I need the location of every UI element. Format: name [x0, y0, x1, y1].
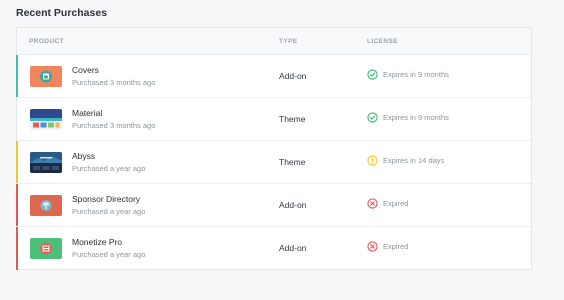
purchase-date: Purchased 3 months ago — [72, 121, 156, 130]
product-name[interactable]: Abyss — [72, 151, 95, 161]
product-type: Theme — [279, 157, 306, 167]
column-header-type: TYPE — [279, 38, 298, 45]
x-circle-icon — [367, 198, 378, 209]
product-thumbnail — [30, 238, 62, 259]
product-name[interactable]: Material — [72, 108, 102, 118]
license-text: Expires in 14 days — [383, 156, 445, 165]
license-text: Expired — [383, 242, 409, 251]
product-thumbnail — [30, 109, 62, 130]
check-circle-icon — [367, 112, 378, 123]
license-status: Expired — [367, 198, 408, 209]
check-circle-icon — [367, 69, 378, 80]
license-text: Expires in 9 months — [383, 113, 449, 122]
table-row[interactable]: Monetize Pro Purchased a year ago Add-on… — [16, 227, 531, 270]
product-type: Theme — [279, 114, 306, 124]
purchase-date: Purchased a year ago — [72, 207, 146, 216]
row-accent — [16, 141, 18, 183]
product-thumbnail — [30, 66, 62, 87]
product-type: Add-on — [279, 243, 307, 253]
purchases-table: PRODUCT TYPE LICENSE Covers Purchased 3 … — [16, 27, 532, 270]
license-status: Expires in 9 months — [367, 112, 449, 123]
product-type: Add-on — [279, 200, 307, 210]
purchase-date: Purchased a year ago — [72, 250, 146, 259]
row-accent — [16, 55, 18, 97]
table-row[interactable]: Covers Purchased 3 months ago Add-on Exp… — [16, 55, 531, 98]
license-text: Expired — [383, 199, 409, 208]
warning-circle-icon — [367, 155, 378, 166]
product-thumbnail — [30, 152, 62, 173]
product-type: Add-on — [279, 71, 307, 81]
purchase-date: Purchased 3 months ago — [72, 78, 156, 87]
license-status: Expires in 9 months — [367, 69, 449, 80]
product-thumbnail — [30, 195, 62, 216]
table-row[interactable]: Abyss Purchased a year ago Theme Expires… — [16, 141, 531, 184]
product-name[interactable]: Monetize Pro — [72, 237, 122, 247]
table-row[interactable]: Sponsor Directory Purchased a year ago A… — [16, 184, 531, 227]
license-status: Expires in 14 days — [367, 155, 444, 166]
section-title: Recent Purchases — [16, 7, 108, 19]
table-header: PRODUCT TYPE LICENSE — [17, 28, 531, 55]
license-status: Expired — [367, 241, 408, 252]
column-header-license: LICENSE — [367, 38, 398, 45]
column-header-product: PRODUCT — [29, 38, 64, 45]
row-accent — [16, 227, 18, 270]
row-accent — [16, 184, 18, 226]
product-name[interactable]: Sponsor Directory — [72, 194, 140, 204]
purchase-date: Purchased a year ago — [72, 164, 146, 173]
license-text: Expires in 9 months — [383, 70, 449, 79]
x-circle-icon — [367, 241, 378, 252]
product-name[interactable]: Covers — [72, 65, 99, 75]
table-row[interactable]: Material Purchased 3 months ago Theme Ex… — [17, 98, 531, 141]
